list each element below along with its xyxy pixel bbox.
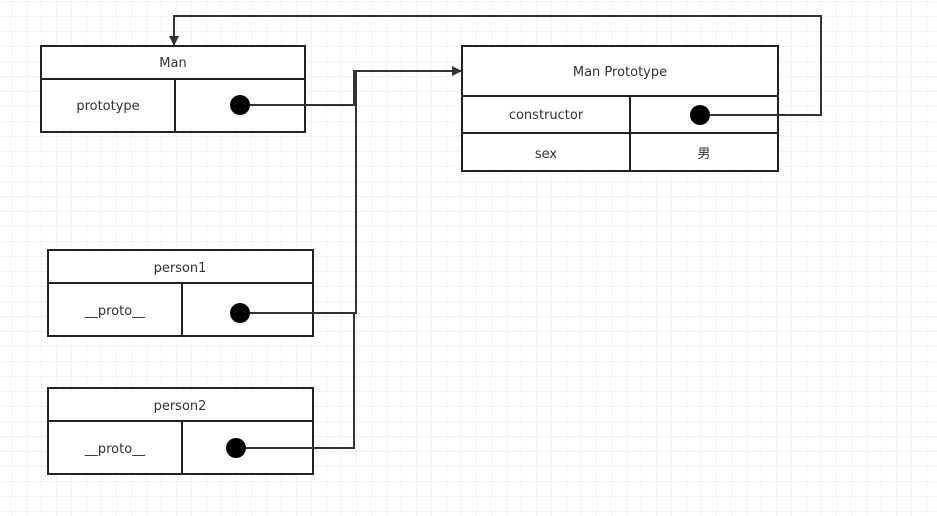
person2-proto-label: __proto__ (84, 442, 146, 457)
pointer-dot-icon (690, 105, 710, 125)
constructor-label: constructor (509, 108, 584, 123)
man-prototype-label: prototype (76, 99, 139, 114)
man-title: Man (159, 56, 186, 71)
diagram-canvas: Man prototype Man Prototype constructor … (0, 0, 937, 516)
sex-label: sex (535, 147, 558, 162)
pointer-dot-icon (226, 438, 246, 458)
sex-value: 男 (697, 147, 710, 162)
man-prototype-title: Man Prototype (573, 65, 667, 80)
person2-title: person2 (154, 399, 207, 414)
pointer-dot-icon (230, 95, 250, 115)
person1-title: person1 (154, 261, 207, 276)
person1-proto-label: __proto__ (84, 304, 146, 319)
pointer-dot-icon (230, 303, 250, 323)
